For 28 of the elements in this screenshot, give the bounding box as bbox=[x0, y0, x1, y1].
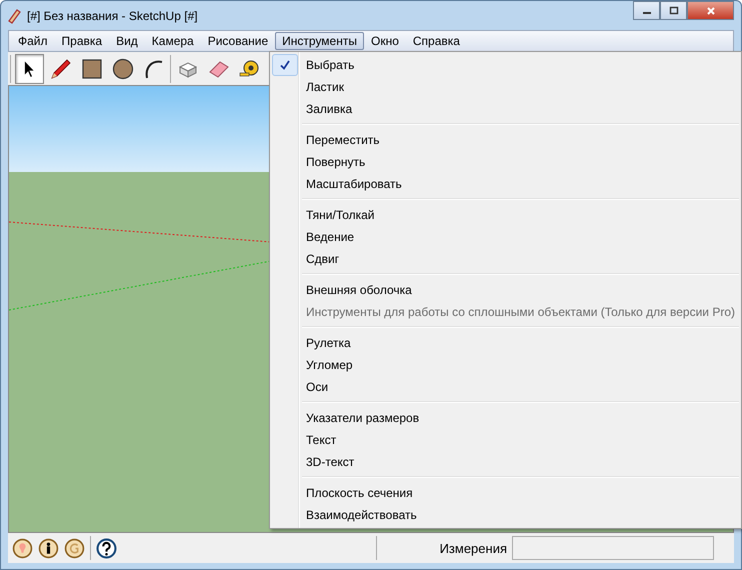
menu-item[interactable]: Оси bbox=[270, 376, 741, 398]
menu-item[interactable]: Окно bbox=[364, 32, 406, 50]
menu-item[interactable]: Правка bbox=[54, 32, 110, 50]
menu-item[interactable]: Внешняя оболочка bbox=[270, 279, 741, 301]
menu-item[interactable]: Повернуть bbox=[270, 151, 741, 173]
menu-item[interactable]: Инструменты bbox=[275, 32, 364, 50]
menu-item[interactable]: Угломер bbox=[270, 354, 741, 376]
menu-item[interactable]: Вид bbox=[109, 32, 145, 50]
measurements-label: Измерения bbox=[440, 540, 507, 556]
menu-item[interactable]: Взаимодействовать bbox=[270, 504, 741, 526]
menu-item[interactable]: Текст bbox=[270, 429, 741, 451]
menu-item[interactable]: Ведение bbox=[270, 226, 741, 248]
menu-item[interactable]: Указатели размеров bbox=[270, 407, 741, 429]
menu-item[interactable]: Плоскость сечения bbox=[270, 482, 741, 504]
menu-item[interactable]: 3D-текст bbox=[270, 451, 741, 473]
menu-item[interactable]: Ластик bbox=[270, 76, 741, 98]
menu-item[interactable]: Сдвиг bbox=[270, 248, 741, 270]
menu-item[interactable]: Рисование bbox=[200, 32, 276, 50]
menu-item[interactable]: Выбрать bbox=[270, 54, 741, 76]
menu-item[interactable]: Масштабировать bbox=[270, 173, 741, 195]
menu-item[interactable]: Справка bbox=[406, 32, 467, 50]
menu-item[interactable]: Заливка bbox=[270, 98, 741, 120]
menu-item[interactable]: Рулетка bbox=[270, 332, 741, 354]
menu-item[interactable]: Тяни/Толкай bbox=[270, 204, 741, 226]
menu-item[interactable]: Переместить bbox=[270, 129, 741, 151]
menu-item[interactable]: Файл bbox=[11, 32, 55, 50]
window-title: [#] Без названия - SketchUp [#] bbox=[27, 8, 198, 22]
menu-item[interactable]: Камера bbox=[144, 32, 201, 50]
